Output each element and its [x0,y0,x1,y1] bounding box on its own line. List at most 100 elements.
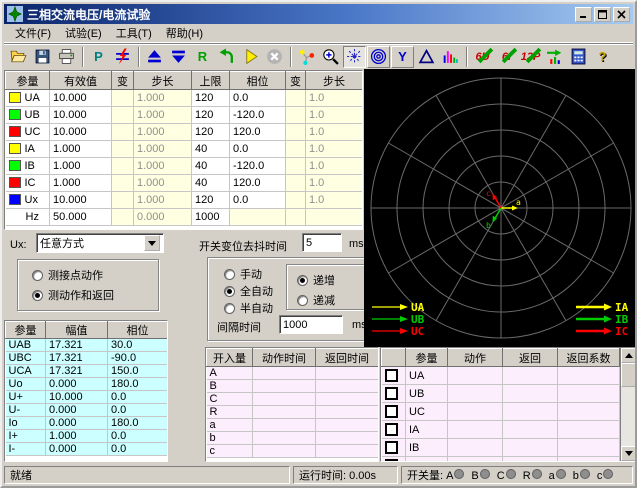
vary2-cell[interactable] [286,90,306,107]
phase-cell[interactable]: 120.0 [230,124,286,141]
pstep-cell[interactable]: 1.0 [306,175,363,192]
rms-cell[interactable]: 10.000 [50,192,112,209]
phase-cell[interactable]: 0.0 [230,192,286,209]
pstep-cell[interactable]: 1.0 [306,124,363,141]
set-12p-button[interactable]: 12P [519,46,542,68]
step-down-button[interactable] [167,46,190,68]
checkbox[interactable] [385,423,398,436]
checkbox[interactable] [385,405,398,418]
vary-cell[interactable] [112,175,134,192]
vary-cell[interactable] [112,209,134,226]
vary-cell[interactable] [112,141,134,158]
limit-cell[interactable]: 40 [192,158,230,175]
scroll-down-button[interactable] [621,446,636,461]
rms-cell[interactable]: 10.000 [50,90,112,107]
vary2-cell[interactable] [286,107,306,124]
menu-help[interactable]: 帮助(H) [159,23,210,43]
zoom-button[interactable] [319,46,342,68]
limit-cell[interactable]: 40 [192,141,230,158]
step-cell[interactable]: 1.000 [134,124,192,141]
fault-trigger-button[interactable] [111,46,134,68]
vector-view-button[interactable] [295,46,318,68]
radio-icon[interactable] [224,303,235,314]
phase-cell[interactable]: 0.0 [230,90,286,107]
menu-tools[interactable]: 工具(T) [109,23,159,43]
radio-increment[interactable]: 递增 [297,272,335,288]
limit-cell[interactable]: 120 [192,90,230,107]
radio-icon[interactable] [224,269,235,280]
ux-mode-select[interactable]: 任意方式 [36,233,164,253]
radio-icon[interactable] [297,275,308,286]
checkbox[interactable] [385,441,398,454]
vary2-cell[interactable] [286,175,306,192]
debounce-input[interactable] [302,233,342,252]
concentric-toggle-button[interactable] [367,46,390,68]
start-button[interactable] [239,46,262,68]
delta-button[interactable] [415,46,438,68]
output-monitor-button[interactable] [543,46,566,68]
maximize-button[interactable] [594,7,611,22]
radio-icon[interactable] [224,286,235,297]
vary-cell[interactable] [112,158,134,175]
step-cell[interactable]: 1.000 [134,158,192,175]
rms-cell[interactable]: 10.000 [50,124,112,141]
pstep-cell[interactable]: 1.0 [306,192,363,209]
radio-contact-action[interactable]: 测接点动作 [32,267,103,283]
rms-cell[interactable]: 1.000 [50,141,112,158]
vary2-cell[interactable] [286,158,306,175]
vertical-scrollbar[interactable] [620,348,636,461]
set-6u-button[interactable]: 6U [471,46,494,68]
radio-icon[interactable] [297,295,308,306]
dropdown-button[interactable] [144,235,160,251]
parameter-button[interactable]: P [87,46,110,68]
radio-icon[interactable] [32,270,43,281]
phase-cell[interactable]: 0.0 [230,141,286,158]
save-button[interactable] [31,46,54,68]
radio-manual[interactable]: 手动 [224,266,262,282]
vary2-cell[interactable] [286,124,306,141]
harmonics-button[interactable] [439,46,462,68]
vary-cell[interactable] [112,107,134,124]
vary-cell[interactable] [112,90,134,107]
close-button[interactable] [613,7,630,22]
set-6i-button[interactable]: 6I [495,46,518,68]
menu-file[interactable]: 文件(F) [8,23,58,43]
vary-cell[interactable] [112,192,134,209]
checkbox[interactable] [385,387,398,400]
vary2-cell[interactable] [286,192,306,209]
pstep-cell[interactable]: 1.0 [306,107,363,124]
radio-semi-auto[interactable]: 半自动 [224,300,273,316]
starburst-toggle-button[interactable] [343,46,366,68]
radio-action-return[interactable]: 测动作和返回 [32,287,114,303]
radio-icon[interactable] [32,290,43,301]
step-cell[interactable]: 0.000 [134,209,192,226]
checkbox[interactable] [385,459,398,461]
print-button[interactable] [55,46,78,68]
menu-test[interactable]: 试验(E) [58,23,109,43]
rms-cell[interactable]: 10.000 [50,107,112,124]
vary-cell[interactable] [112,124,134,141]
step-cell[interactable]: 1.000 [134,141,192,158]
stop-button[interactable] [263,46,286,68]
pstep-cell[interactable]: 1.0 [306,158,363,175]
help-button[interactable]: ? [591,46,614,68]
radio-full-auto[interactable]: 全自动 [224,283,273,299]
pstep-cell[interactable]: 1.0 [306,90,363,107]
step-cell[interactable]: 1.000 [134,192,192,209]
interval-input[interactable] [279,315,343,334]
step-up-button[interactable] [143,46,166,68]
rms-cell[interactable]: 1.000 [50,158,112,175]
calculator-button[interactable] [567,46,590,68]
open-file-button[interactable] [7,46,30,68]
scroll-up-button[interactable] [621,348,636,363]
limit-cell[interactable]: 120 [192,124,230,141]
limit-cell[interactable]: 120 [192,192,230,209]
pstep-cell[interactable]: 1.0 [306,141,363,158]
wye-toggle-button[interactable]: Y [391,46,414,68]
phase-cell[interactable]: 120.0 [230,175,286,192]
vary2-cell[interactable] [286,141,306,158]
rms-cell[interactable]: 50.000 [50,209,112,226]
checkbox[interactable] [385,369,398,382]
phase-cell[interactable]: -120.0 [230,158,286,175]
step-cell[interactable]: 1.000 [134,107,192,124]
